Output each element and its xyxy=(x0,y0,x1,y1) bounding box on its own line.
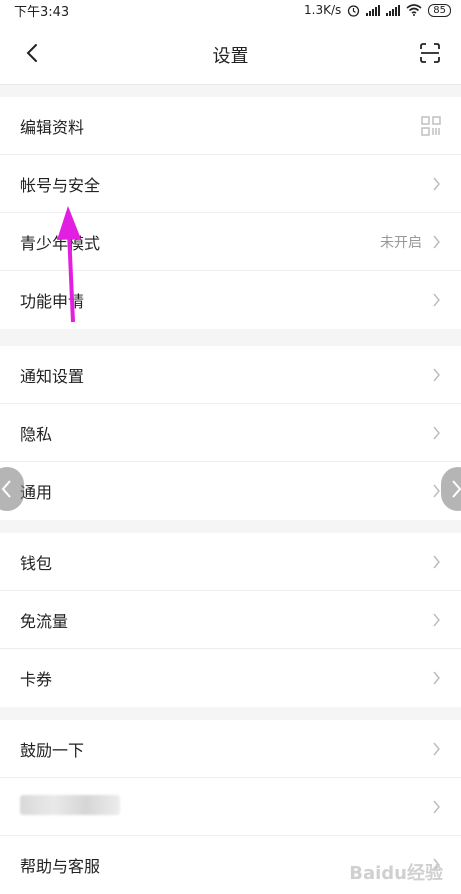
settings-item-label xyxy=(20,794,432,819)
page-title: 设置 xyxy=(212,46,249,67)
chevron-right-icon xyxy=(433,293,440,307)
chevron-right-icon xyxy=(433,671,440,685)
chevron-right-icon xyxy=(433,368,440,381)
chevron-right-icon xyxy=(433,555,440,568)
chevron-right-icon xyxy=(433,800,440,813)
teen-mode-status: 未开启 xyxy=(380,234,422,251)
next-page-button[interactable] xyxy=(441,467,461,511)
status-time: 下午3:43 xyxy=(14,4,70,20)
settings-item-label: 功能申请 xyxy=(20,292,85,311)
settings-item-general[interactable]: 通用 xyxy=(0,462,461,520)
qr-icon xyxy=(421,115,441,136)
settings-item-notifications[interactable]: 通知设置 xyxy=(0,346,461,404)
app-header: 设置 xyxy=(0,20,461,85)
settings-item-privacy[interactable]: 隐私 xyxy=(0,404,461,462)
status-icons: 1.3K/s 85 xyxy=(304,3,451,17)
settings-item-coupons[interactable]: 卡券 xyxy=(0,649,461,707)
settings-item-label: 钱包 xyxy=(20,553,53,573)
blurred-text xyxy=(20,794,120,815)
settings-item-edit-profile[interactable]: 编辑资料 xyxy=(0,97,461,155)
settings-item-label: 鼓励一下 xyxy=(20,740,85,760)
settings-item-label: 免流量 xyxy=(20,611,69,631)
alarm-icon xyxy=(348,4,360,17)
signal-icon xyxy=(366,4,381,16)
settings-item-free-data[interactable]: 免流量 xyxy=(0,591,461,649)
chevron-left-icon xyxy=(1,480,11,498)
settings-item-label: 帐号与安全 xyxy=(20,175,101,195)
chevron-right-icon xyxy=(433,613,440,626)
settings-item-teen-mode[interactable]: 青少年模式 未开启 xyxy=(0,213,461,271)
settings-item-wallet[interactable]: 钱包 xyxy=(0,533,461,591)
chevron-right-icon xyxy=(433,177,440,190)
network-speed: 1.3K/s xyxy=(304,3,342,17)
settings-group-general: 通知设置 隐私 通用 xyxy=(0,346,461,520)
chevron-right-icon xyxy=(433,742,440,755)
settings-item-blurred[interactable] xyxy=(0,778,461,836)
chevron-right-icon xyxy=(433,235,440,248)
status-bar: 下午3:43 1.3K/s 85 xyxy=(0,0,461,20)
battery-indicator: 85 xyxy=(428,3,451,17)
settings-item-label: 卡券 xyxy=(20,670,53,689)
settings-group-account: 编辑资料 帐号与安全 青少年模式 未开启 功能申请 xyxy=(0,97,461,329)
settings-item-label: 青少年模式 xyxy=(20,233,101,253)
chevron-right-icon xyxy=(452,480,461,498)
wifi-icon xyxy=(406,4,422,16)
settings-item-label: 通用 xyxy=(20,483,53,502)
settings-item-label: 编辑资料 xyxy=(20,117,85,137)
settings-item-label: 隐私 xyxy=(20,424,53,444)
settings-item-label: 通知设置 xyxy=(20,366,85,386)
watermark: Baidu经验 xyxy=(349,863,443,884)
settings-item-account-security[interactable]: 帐号与安全 xyxy=(0,155,461,213)
settings-group-wallet: 钱包 免流量 卡券 xyxy=(0,533,461,707)
prev-page-button[interactable] xyxy=(0,467,24,511)
signal-icon-2 xyxy=(386,4,401,16)
settings-item-encourage[interactable]: 鼓励一下 xyxy=(0,720,461,778)
chevron-right-icon xyxy=(433,426,440,439)
scan-icon[interactable] xyxy=(419,42,441,64)
settings-item-feature-request[interactable]: 功能申请 xyxy=(0,271,461,329)
chevron-right-icon xyxy=(433,484,440,498)
